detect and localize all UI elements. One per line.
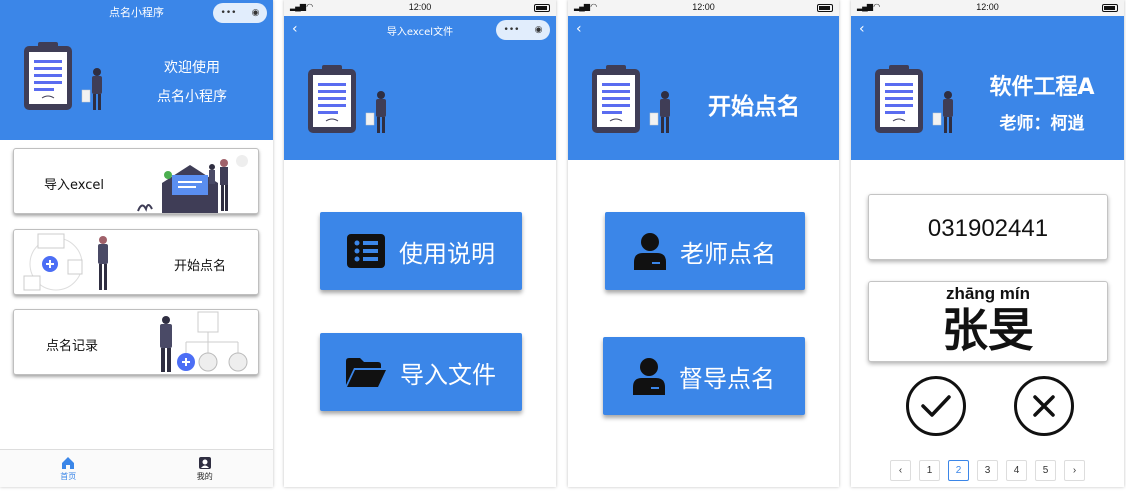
course-name: 软件工程A	[989, 75, 1095, 100]
navbar: ‹	[568, 16, 839, 45]
usage-instructions-label: 使用说明	[399, 239, 495, 268]
usage-instructions-button[interactable]: 使用说明	[320, 212, 522, 290]
next-page-button[interactable]: ›	[1064, 460, 1085, 481]
navbar: ‹	[851, 16, 1124, 45]
page-2[interactable]: 2	[948, 460, 969, 481]
close-icon	[1033, 395, 1055, 417]
session-hero: 软件工程A 老师：柯逍	[851, 45, 1124, 160]
battery-icon	[534, 4, 550, 12]
navbar: ‹ 导入excel文件 ••• ◉	[284, 16, 556, 45]
more-icon[interactable]: •••	[504, 25, 520, 35]
teacher-rollcall-label: 老师点名	[680, 239, 776, 268]
student-pinyin: zhāng mín	[945, 284, 1031, 303]
hero-title: 开始点名	[708, 94, 800, 120]
envelope-illustration	[137, 155, 248, 213]
rollcall-records-card[interactable]: 点名记录	[13, 309, 259, 375]
pagination: ‹ 1 2 3 4 5 ›	[851, 460, 1124, 481]
tab-profile[interactable]: 我的	[137, 450, 274, 487]
list-icon	[347, 234, 385, 268]
user-icon	[634, 233, 666, 270]
folder-open-icon	[346, 358, 386, 387]
supervisor-rollcall-label: 督导点名	[679, 364, 775, 393]
welcome-line2: 点名小程序	[157, 89, 227, 105]
mini-program-capsule: ••• ◉	[213, 3, 267, 23]
bottom-tabbar: 首页 我的	[0, 449, 273, 487]
student-id-box: 031902441	[868, 194, 1108, 260]
import-excel-card[interactable]: 导入excel	[13, 148, 259, 214]
back-icon[interactable]: ‹	[859, 21, 865, 37]
import-file-label: 导入文件	[400, 360, 496, 389]
back-icon[interactable]: ‹	[576, 21, 582, 37]
import-excel-label: 导入excel	[44, 178, 104, 193]
page-1[interactable]: 1	[919, 460, 940, 481]
user-icon	[633, 358, 665, 395]
battery-icon	[817, 4, 833, 12]
status-bar: ▂▄▆ ◠ 12:00	[284, 0, 556, 16]
student-name-box: zhāng mín 张旻	[868, 281, 1108, 362]
clipboard-illustration	[23, 42, 103, 111]
supervisor-rollcall-button[interactable]: 督导点名	[603, 337, 805, 415]
phone-start-rollcall: ▂▄▆ ◠ 12:00 ‹ 开始点名 老师点名 督导点名	[568, 0, 839, 487]
page-4[interactable]: 4	[1006, 460, 1027, 481]
check-icon	[921, 395, 951, 417]
status-bar: ▂▄▆ ◠ 12:00	[851, 0, 1124, 16]
more-icon[interactable]: •••	[221, 8, 237, 18]
welcome-line1: 欢迎使用	[164, 60, 220, 76]
profile-icon	[198, 456, 211, 469]
status-time: 12:00	[976, 2, 999, 12]
add-user-illustration	[23, 233, 108, 291]
home-header: 点名小程序 ••• ◉ 欢迎使用 点名小程序	[0, 0, 273, 140]
mark-present-button[interactable]	[906, 376, 966, 436]
rollcall-records-label: 点名记录	[46, 339, 99, 354]
clipboard-illustration	[591, 65, 671, 134]
tab-home[interactable]: 首页	[0, 450, 137, 487]
phone-import: ▂▄▆ ◠ 12:00 ‹ 导入excel文件 ••• ◉ 使用说明 导入文件	[284, 0, 556, 487]
import-file-button[interactable]: 导入文件	[320, 333, 522, 411]
status-time: 12:00	[692, 2, 715, 12]
home-icon	[62, 456, 75, 469]
rollcall-hero: 开始点名	[568, 45, 839, 160]
clipboard-illustration	[874, 65, 954, 134]
tab-profile-label: 我的	[196, 471, 213, 481]
import-hero	[284, 45, 556, 160]
mini-program-capsule: ••• ◉	[496, 20, 550, 40]
page-3[interactable]: 3	[977, 460, 998, 481]
student-name: 张旻	[942, 303, 1034, 357]
close-target-icon[interactable]: ◉	[252, 8, 260, 18]
start-rollcall-card[interactable]: 开始点名	[13, 229, 259, 295]
page-5[interactable]: 5	[1035, 460, 1056, 481]
phone-home: 点名小程序 ••• ◉ 欢迎使用 点名小程序 导入excel 开始点名 点名记录…	[0, 0, 273, 487]
teacher-name: 老师：柯逍	[999, 114, 1085, 134]
close-target-icon[interactable]: ◉	[535, 25, 543, 35]
student-id: 031902441	[927, 215, 1049, 242]
phone-rollcall-session: ▂▄▆ ◠ 12:00 ‹ 软件工程A 老师：柯逍 031902441 zhān…	[851, 0, 1124, 487]
mark-absent-button[interactable]	[1014, 376, 1074, 436]
battery-icon	[1102, 4, 1118, 12]
prev-page-button[interactable]: ‹	[890, 460, 911, 481]
tab-home-label: 首页	[60, 471, 77, 481]
teacher-rollcall-button[interactable]: 老师点名	[605, 212, 805, 290]
start-rollcall-label: 开始点名	[174, 259, 227, 274]
org-chart-illustration	[160, 311, 248, 372]
status-time: 12:00	[408, 2, 432, 12]
clipboard-illustration	[307, 65, 387, 134]
status-bar: ▂▄▆ ◠ 12:00	[568, 0, 839, 16]
